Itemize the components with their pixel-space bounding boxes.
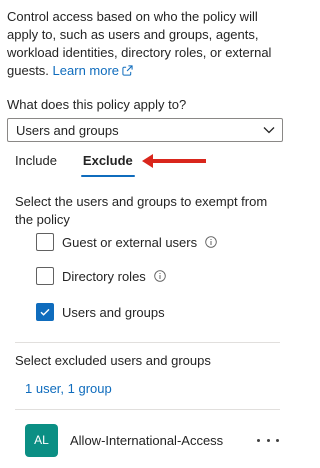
external-link-icon: [122, 65, 133, 76]
learn-more-link[interactable]: Learn more: [53, 63, 133, 78]
info-icon[interactable]: [205, 236, 217, 248]
tab-exclude[interactable]: Exclude: [80, 151, 135, 177]
option-label: Guest or external users: [62, 234, 198, 250]
option-label: Directory roles: [62, 268, 146, 284]
checkmark-icon: [40, 308, 50, 316]
selection-summary-link[interactable]: 1 user, 1 group: [25, 381, 112, 396]
directory-roles-checkbox[interactable]: [36, 267, 54, 285]
learn-more-label: Learn more: [52, 63, 120, 78]
option-users-groups[interactable]: Users and groups: [36, 302, 165, 322]
users-groups-checkbox[interactable]: [36, 303, 54, 321]
chevron-down-icon: [263, 127, 275, 134]
item-name: Allow-International-Access: [70, 432, 224, 448]
applies-to-dropdown[interactable]: Users and groups: [7, 118, 283, 142]
select-excluded-label: Select excluded users and groups: [15, 353, 211, 368]
tab-include[interactable]: Include: [15, 151, 57, 177]
guest-external-checkbox[interactable]: [36, 233, 54, 251]
option-directory-roles[interactable]: Directory roles: [36, 266, 166, 286]
exclude-description: Select the users and groups to exempt fr…: [15, 194, 268, 227]
option-guest-external[interactable]: Guest or external users: [36, 232, 217, 252]
dropdown-selected-value: Users and groups: [16, 122, 119, 138]
info-icon[interactable]: [154, 270, 166, 282]
intro-text: Control access based on who the policy w…: [7, 8, 287, 80]
divider: [15, 342, 280, 343]
option-label: Users and groups: [62, 304, 165, 320]
red-arrow-annotation: [142, 154, 206, 168]
more-options-icon[interactable]: [257, 435, 279, 445]
avatar: AL: [25, 423, 58, 457]
intro-description: Control access based on who the policy w…: [7, 9, 272, 78]
list-item[interactable]: AL Allow-International-Access: [15, 414, 287, 466]
applies-to-label: What does this policy apply to?: [7, 97, 187, 112]
include-exclude-tabs: Include Exclude: [15, 151, 135, 181]
divider: [15, 409, 280, 410]
